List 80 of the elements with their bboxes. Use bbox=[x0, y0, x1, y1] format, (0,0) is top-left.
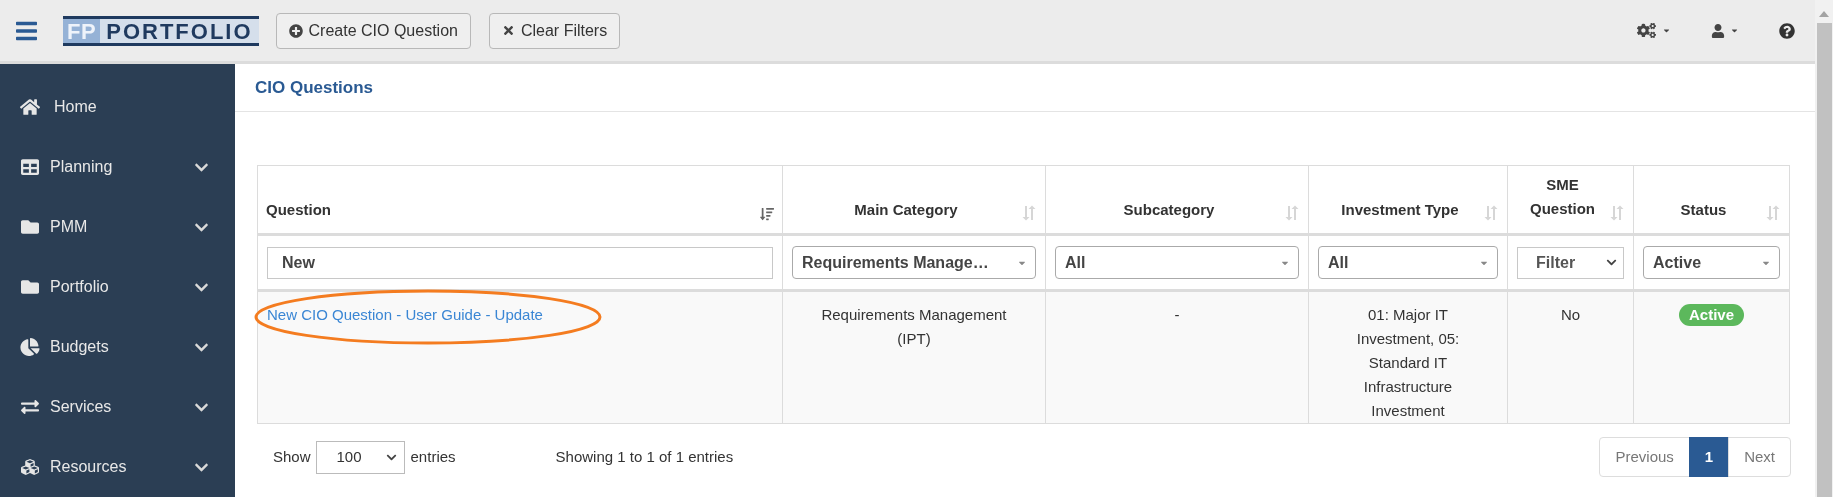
page-size-dropdown[interactable]: 100 bbox=[315, 440, 405, 474]
folder-icon bbox=[20, 278, 40, 296]
sidebar-item[interactable]: PMM bbox=[0, 197, 235, 257]
table-cell-text: - bbox=[1174, 305, 1180, 325]
column-header[interactable]: Status bbox=[1633, 165, 1790, 235]
table-cell-text: 01: Major IT Investment, 05: Standard IT Infrastructure Investment bbox=[1355, 305, 1461, 421]
dropdown-value: Active bbox=[1653, 252, 1703, 273]
caret-icon bbox=[1730, 26, 1739, 35]
sidebar-item[interactable]: Home bbox=[0, 77, 235, 137]
logo-text: PORTFOLIO bbox=[105, 18, 254, 43]
sort-icon[interactable] bbox=[1284, 205, 1300, 221]
sidebar-item[interactable]: Planning bbox=[0, 137, 235, 197]
clear-filters-button[interactable]: Clear Filters bbox=[488, 12, 621, 49]
filter-dropdown[interactable]: All bbox=[1055, 246, 1299, 279]
dropdown-value: 100 bbox=[336, 446, 363, 467]
sort-icon[interactable] bbox=[1765, 205, 1781, 221]
folder-icon bbox=[20, 218, 40, 236]
question-filter-field[interactable]: New bbox=[267, 246, 773, 279]
sidebar-item-label: Portfolio bbox=[50, 277, 109, 297]
table-cell-text: Requirements Management (IPT) bbox=[820, 305, 1008, 349]
column-header[interactable]: Question bbox=[257, 165, 783, 235]
sort-icon[interactable] bbox=[1483, 205, 1499, 221]
sidebar-item-label: Planning bbox=[50, 157, 113, 177]
sidebar-item[interactable]: Portfolio bbox=[0, 257, 235, 317]
status-badge: Active bbox=[1679, 304, 1744, 326]
filter-dropdown[interactable]: All bbox=[1318, 246, 1498, 279]
sidebar-item-label: Home bbox=[54, 97, 97, 117]
exchange-icon bbox=[20, 398, 40, 416]
dropdown-value: All bbox=[1065, 252, 1087, 273]
create-question-button[interactable]: Create CIO Question bbox=[275, 12, 471, 49]
user-icon bbox=[1711, 23, 1725, 38]
home-icon bbox=[20, 98, 40, 116]
show-label: Show bbox=[273, 446, 311, 467]
filter-dropdown[interactable]: Active bbox=[1643, 246, 1780, 279]
dropdown-value: Requirements Manage… bbox=[802, 252, 990, 273]
column-header-label: Status bbox=[1679, 199, 1728, 220]
settings-icon bbox=[1637, 22, 1656, 39]
scroll-up-arrow-icon[interactable] bbox=[1819, 11, 1829, 17]
column-header[interactable]: SME Question bbox=[1507, 165, 1634, 235]
logo-prefix: FP bbox=[63, 18, 101, 43]
column-header-label: Investment Type bbox=[1340, 199, 1460, 220]
caret-icon bbox=[1662, 26, 1671, 35]
sidebar-item[interactable]: Services bbox=[0, 377, 235, 437]
settings-menu-button[interactable] bbox=[1637, 22, 1671, 39]
cubes-icon bbox=[20, 458, 40, 476]
sort-descending-icon[interactable] bbox=[760, 207, 774, 221]
sidebar-item[interactable]: Budgets bbox=[0, 317, 235, 377]
scrollbar-thumb[interactable] bbox=[1816, 23, 1832, 497]
column-header[interactable]: Subcategory bbox=[1045, 165, 1309, 235]
entries-label: entries bbox=[410, 446, 456, 467]
chevron-down-icon bbox=[1606, 257, 1617, 268]
dropdown-value: All bbox=[1328, 252, 1350, 273]
filter-dropdown[interactable]: Requirements Manage… bbox=[792, 246, 1036, 279]
page-title: CIO Questions bbox=[255, 76, 374, 99]
column-header-label: Question bbox=[266, 199, 332, 220]
sidebar-item-label: Resources bbox=[50, 457, 127, 477]
user-menu-button[interactable] bbox=[1711, 23, 1739, 38]
sort-icon[interactable] bbox=[1021, 205, 1037, 221]
column-header-label: Main Category bbox=[853, 199, 959, 220]
page-button[interactable]: 1 bbox=[1688, 437, 1730, 477]
dropdown-value: Filter bbox=[1536, 252, 1577, 273]
sidebar-item-label: Budgets bbox=[50, 337, 109, 357]
sidebar-item-label: PMM bbox=[50, 217, 88, 237]
column-header[interactable]: Investment Type bbox=[1308, 165, 1508, 235]
column-header-label: SME Question bbox=[1529, 175, 1596, 219]
column-header[interactable]: Main Category bbox=[782, 165, 1046, 235]
table-icon bbox=[20, 158, 40, 176]
table-info: Showing 1 to 1 of 1 entries bbox=[555, 446, 734, 467]
scrollbar[interactable] bbox=[1815, 0, 1833, 497]
close-icon bbox=[501, 24, 515, 37]
table-cell-text: No bbox=[1560, 305, 1581, 325]
logo[interactable]: FP PORTFOLIO bbox=[63, 15, 259, 46]
sidebar-item[interactable]: Resources bbox=[0, 437, 235, 497]
plus-icon bbox=[288, 23, 303, 38]
sort-icon[interactable] bbox=[1609, 205, 1625, 221]
help-icon[interactable] bbox=[1779, 22, 1795, 39]
column-header-label: Subcategory bbox=[1122, 199, 1216, 220]
sidebar-item-label: Services bbox=[50, 397, 112, 417]
pie-chart-icon bbox=[20, 338, 40, 356]
filter-dropdown[interactable]: Filter bbox=[1517, 246, 1624, 279]
